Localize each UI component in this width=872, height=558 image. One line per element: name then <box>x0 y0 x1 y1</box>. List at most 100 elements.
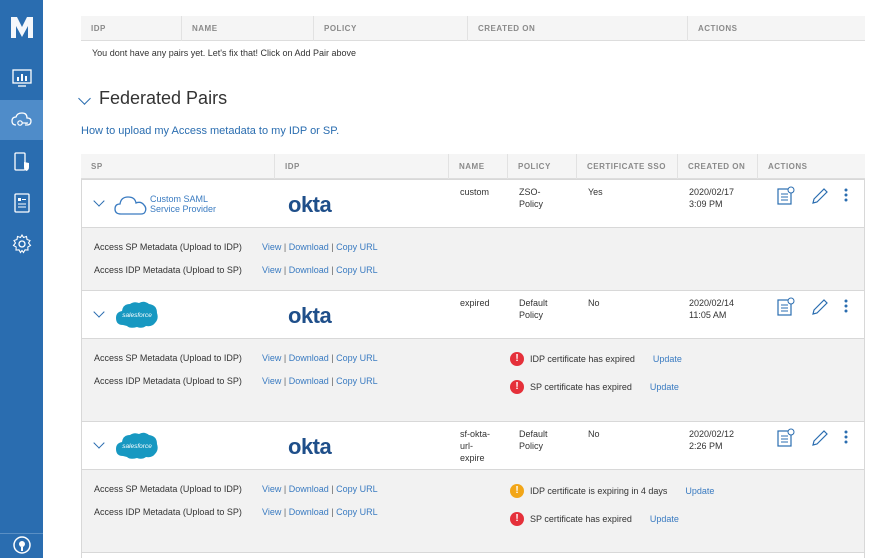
copy-url-link[interactable]: Copy URL <box>336 242 378 252</box>
chevron-down-icon[interactable] <box>78 92 91 105</box>
sp-metadata-links: View | Download | Copy URL <box>262 484 378 494</box>
chevron-down-icon[interactable] <box>93 437 105 449</box>
section-header[interactable]: Federated Pairs <box>78 88 228 109</box>
update-link[interactable]: Update <box>685 486 714 496</box>
app-logo-icon[interactable] <box>9 14 35 40</box>
sp-name-line: Service Provider <box>150 204 217 214</box>
pair-summary[interactable]: salesforce okta sf-okta- url- expire Def… <box>81 421 865 470</box>
sp-metadata-links: View | Download | Copy URL <box>262 242 378 252</box>
pair-policy: ZSO- Policy <box>519 186 543 210</box>
download-link[interactable]: Download <box>289 242 329 252</box>
sidebar-divider <box>0 533 43 534</box>
edit-icon[interactable] <box>810 297 830 317</box>
pair-details: Access SP Metadata (Upload to IDP) View … <box>81 339 865 421</box>
more-vertical-icon[interactable] <box>842 187 850 203</box>
empty-message: You dont have any pairs yet. Let's fix t… <box>92 48 357 58</box>
cloud-key-icon <box>10 112 32 126</box>
download-link[interactable]: Download <box>289 507 329 517</box>
pair-details: Access SP Metadata (Upload to IDP) View … <box>81 470 865 552</box>
salesforce-logo-text: salesforce <box>122 443 152 450</box>
copy-url-link[interactable]: Copy URL <box>336 507 378 517</box>
sp-name: Custom SAML Service Provider <box>150 194 216 214</box>
chevron-down-icon[interactable] <box>93 195 105 207</box>
view-link[interactable]: View <box>262 242 281 252</box>
policy-line: Default <box>519 298 548 308</box>
edit-icon[interactable] <box>810 428 830 448</box>
view-link[interactable]: View <box>262 484 281 494</box>
name-line: url- <box>460 441 473 451</box>
sidebar-item-federation[interactable] <box>0 100 43 140</box>
view-link[interactable]: View <box>262 507 281 517</box>
update-link[interactable]: Update <box>653 354 682 364</box>
created-time: 3:09 PM <box>689 199 723 209</box>
idp-cert-alert: ! IDP certificate has expired Update <box>510 352 682 366</box>
next-pair-edge <box>81 552 865 558</box>
help-link[interactable]: How to upload my Access metadata to my I… <box>81 125 339 137</box>
copy-url-link[interactable]: Copy URL <box>336 376 378 386</box>
alert-text: SP certificate has expired <box>530 514 632 524</box>
copy-url-link[interactable]: Copy URL <box>336 484 378 494</box>
pair-details: Access SP Metadata (Upload to IDP) View … <box>81 228 865 290</box>
more-vertical-icon[interactable] <box>842 298 850 314</box>
metadata-icon[interactable] <box>776 428 796 448</box>
update-link[interactable]: Update <box>650 514 679 524</box>
update-link[interactable]: Update <box>650 382 679 392</box>
alert-text: IDP certificate is expiring in 4 days <box>530 486 668 496</box>
col-actions: ACTIONS <box>698 24 738 33</box>
pair-summary[interactable]: Custom SAML Service Provider okta custom… <box>81 179 865 228</box>
copy-url-link[interactable]: Copy URL <box>336 353 378 363</box>
edit-icon[interactable] <box>810 186 830 206</box>
sp-metadata-links: View | Download | Copy URL <box>262 353 378 363</box>
created-date: 2020/02/12 <box>689 429 735 439</box>
col-policy: POLICY <box>508 154 577 179</box>
col-created-on: CREATED ON <box>678 154 758 179</box>
view-link[interactable]: View <box>262 353 281 363</box>
sidebar-item-dashboard[interactable] <box>0 58 43 98</box>
col-created-on: CREATED ON <box>468 16 688 41</box>
created-date: 2020/02/14 <box>689 298 735 308</box>
idp-metadata-label: Access IDP Metadata (Upload to SP) <box>94 507 242 517</box>
sidebar-item-devices[interactable] <box>0 142 43 182</box>
sidebar-item-reports[interactable] <box>0 183 43 223</box>
view-link[interactable]: View <box>262 376 281 386</box>
download-link[interactable]: Download <box>289 353 329 363</box>
policy-line: Default <box>519 429 548 439</box>
policy-line: ZSO- <box>519 187 541 197</box>
created-on: 2020/02/17 3:09 PM <box>689 186 734 210</box>
sp-metadata-label: Access SP Metadata (Upload to IDP) <box>94 242 242 252</box>
idp-metadata-links: View | Download | Copy URL <box>262 265 378 275</box>
download-link[interactable]: Download <box>289 484 329 494</box>
pair-row: salesforce okta expired Default Policy N… <box>81 290 865 421</box>
download-link[interactable]: Download <box>289 265 329 275</box>
cert-sso: No <box>588 429 600 439</box>
view-link[interactable]: View <box>262 265 281 275</box>
cloud-icon <box>114 196 147 215</box>
warning-icon: ! <box>510 484 524 498</box>
created-date: 2020/02/17 <box>689 187 735 197</box>
metadata-icon[interactable] <box>776 186 796 206</box>
sp-metadata-label: Access SP Metadata (Upload to IDP) <box>94 484 242 494</box>
chevron-down-icon[interactable] <box>93 306 105 318</box>
download-link[interactable]: Download <box>289 376 329 386</box>
idp-metadata-label: Access IDP Metadata (Upload to SP) <box>94 376 242 386</box>
error-icon: ! <box>510 380 524 394</box>
policy-line: Policy <box>519 441 544 451</box>
pair-summary[interactable]: salesforce okta expired Default Policy N… <box>81 290 865 339</box>
sidebar-item-settings[interactable] <box>0 224 43 264</box>
idp-metadata-links: View | Download | Copy URL <box>262 376 378 386</box>
sidebar-item-help[interactable] <box>0 535 43 558</box>
col-actions: ACTIONS <box>768 162 808 171</box>
error-icon: ! <box>510 512 524 526</box>
sp-cert-alert: ! SP certificate has expired Update <box>510 380 679 394</box>
metadata-icon[interactable] <box>776 297 796 317</box>
col-policy: POLICY <box>314 16 468 41</box>
sp-metadata-label: Access SP Metadata (Upload to IDP) <box>94 353 242 363</box>
pair-name: sf-okta- url- expire <box>460 428 490 464</box>
section-title: Federated Pairs <box>99 88 228 108</box>
idp-cert-alert: ! IDP certificate is expiring in 4 days … <box>510 484 714 498</box>
idp-metadata-links: View | Download | Copy URL <box>262 507 378 517</box>
error-icon: ! <box>510 352 524 366</box>
col-idp: IDP <box>275 154 449 179</box>
more-vertical-icon[interactable] <box>842 429 850 445</box>
copy-url-link[interactable]: Copy URL <box>336 265 378 275</box>
